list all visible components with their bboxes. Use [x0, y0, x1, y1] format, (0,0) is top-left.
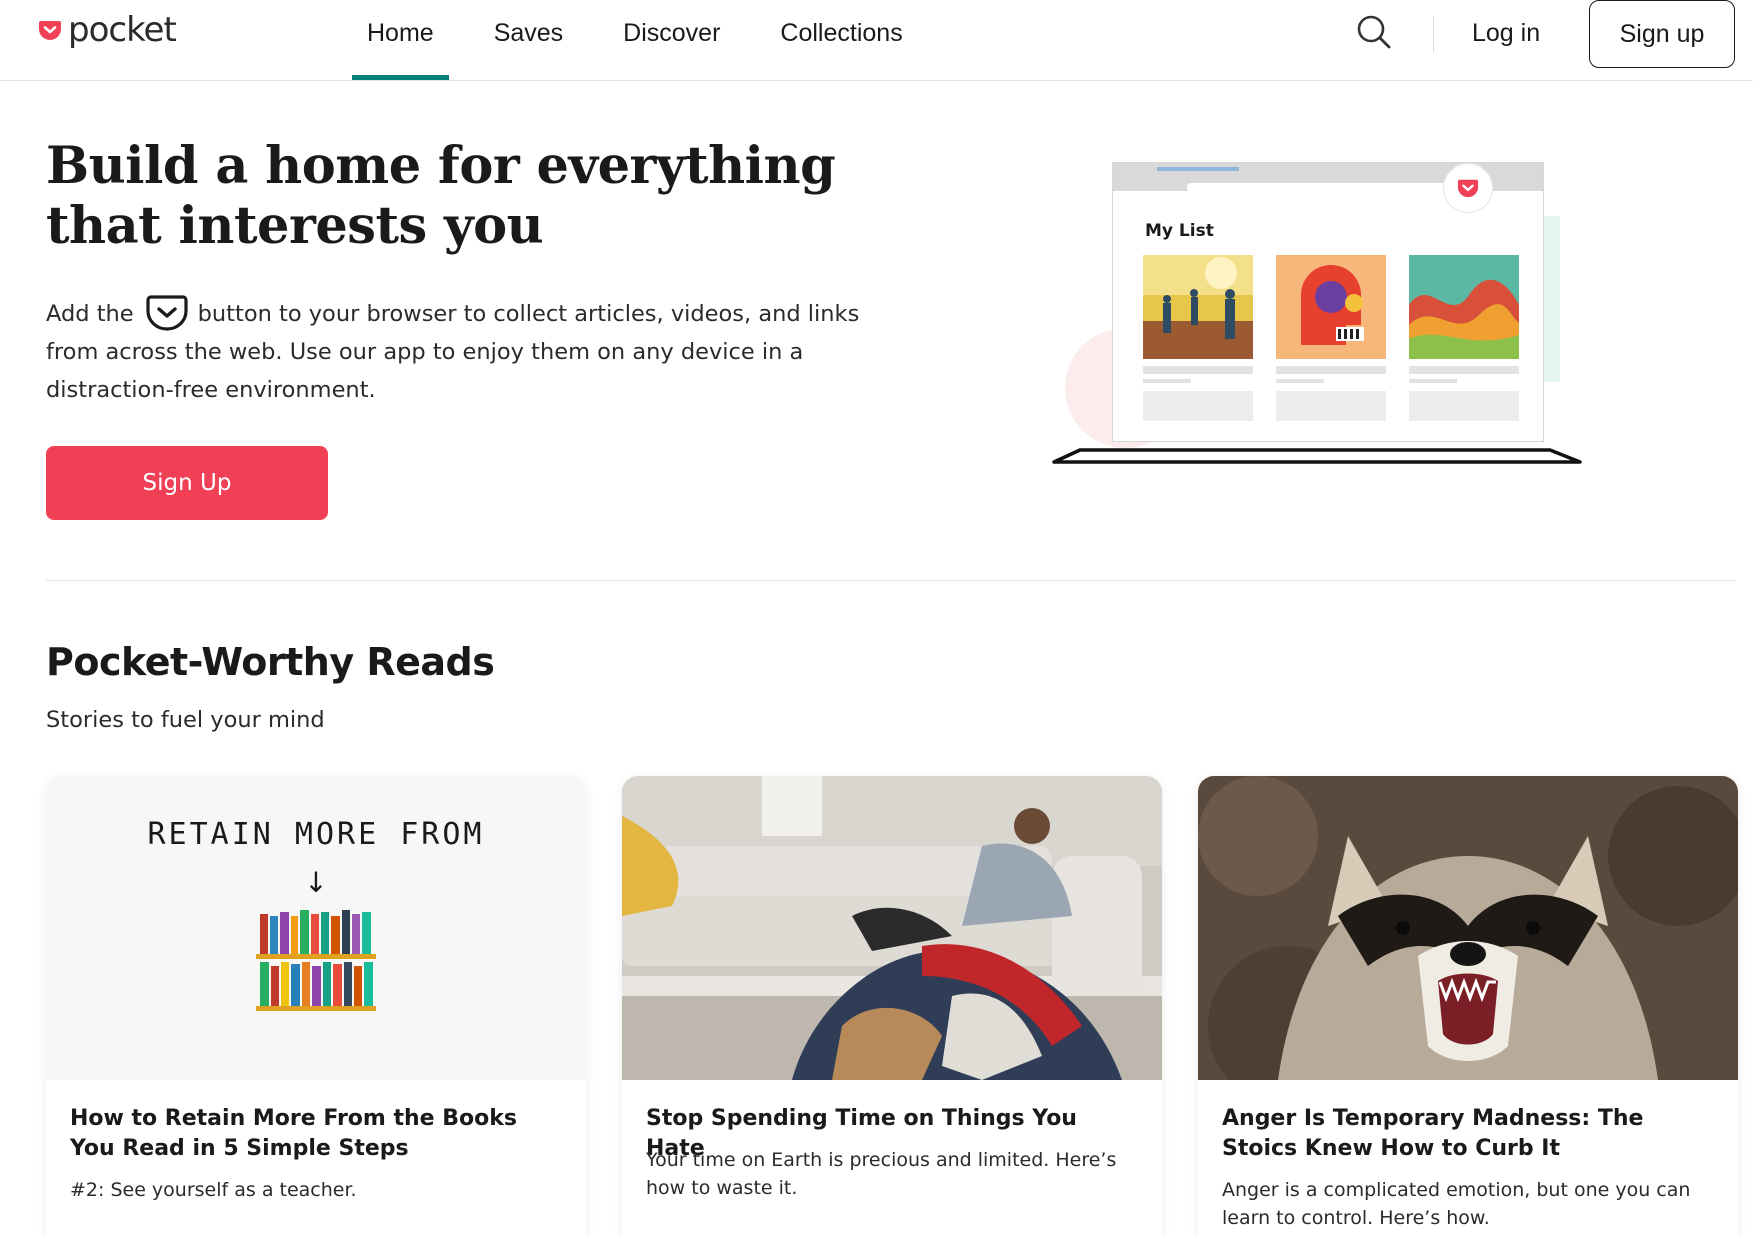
login-link[interactable]: Log in	[1472, 15, 1540, 51]
article-card[interactable]: RETAIN MORE FROM ↓ How to Retain More Fr…	[46, 776, 586, 1236]
hero-signup-button[interactable]: Sign Up	[46, 446, 328, 520]
hero-description-start: Add the	[46, 301, 134, 327]
main-nav: Home Saves Discover Collections	[352, 0, 948, 80]
article-excerpt: Your time on Earth is precious and limit…	[646, 1149, 1117, 1199]
nav-item-saves[interactable]: Saves	[479, 0, 578, 80]
article-image-bookshelf: RETAIN MORE FROM ↓	[46, 776, 586, 1080]
illustration-pocket-badge	[1443, 163, 1493, 213]
article-image-caption: RETAIN MORE FROM	[148, 817, 485, 852]
illustration-browser-window: My List	[1112, 162, 1544, 442]
article-image-living-room	[622, 776, 1162, 1080]
illustration-thumbnail-head	[1276, 255, 1386, 359]
illustration-line	[1409, 366, 1519, 374]
search-icon	[1357, 15, 1391, 49]
top-navigation-bar: pocket Home Saves Discover Collections L…	[0, 0, 1753, 81]
nav-item-discover[interactable]: Discover	[608, 0, 735, 80]
illustration-thumbnail-field	[1143, 255, 1253, 359]
article-excerpt: Anger is a complicated emotion, but one …	[1222, 1179, 1691, 1229]
nav-item-collections[interactable]: Collections	[765, 0, 917, 80]
illustration-line	[1276, 366, 1386, 374]
illustration-thumbnail-waves	[1409, 255, 1519, 359]
hero-description: Add the button to your browser to collec…	[46, 294, 906, 409]
my-list-illustration: My List	[1050, 158, 1590, 470]
signup-button[interactable]: Sign up	[1589, 0, 1735, 68]
illustration-line	[1276, 379, 1324, 383]
article-card[interactable]: Anger Is Temporary Madness: The Stoics K…	[1198, 776, 1738, 1236]
nav-item-home[interactable]: Home	[352, 0, 449, 80]
illustration-block	[1276, 391, 1386, 421]
illustration-line	[1143, 366, 1253, 374]
header-divider	[1433, 16, 1434, 52]
pocket-badge-icon	[1457, 179, 1479, 198]
article-title[interactable]: How to Retain More From the Books You Re…	[70, 1104, 565, 1164]
article-excerpt: #2: See yourself as a teacher.	[70, 1179, 357, 1201]
hero-title: Build a home for everything that interes…	[46, 136, 836, 256]
section-divider	[46, 580, 1736, 581]
illustration-line	[1143, 379, 1191, 383]
illustration-block	[1409, 391, 1519, 421]
section-title: Pocket-Worthy Reads	[46, 640, 495, 684]
article-card[interactable]: Stop Spending Time on Things You Hate Yo…	[622, 776, 1162, 1236]
article-image-raccoon	[1198, 776, 1738, 1080]
illustration-laptop-base	[1052, 448, 1582, 464]
section-subtitle: Stories to fuel your mind	[46, 707, 325, 733]
illustration-url-bar	[1187, 183, 1467, 192]
pocket-logo-icon	[39, 21, 61, 40]
article-title[interactable]: Anger Is Temporary Madness: The Stoics K…	[1222, 1104, 1717, 1164]
svg-text:↓: ↓	[304, 866, 327, 899]
illustration-line	[1409, 379, 1457, 383]
illustration-tab	[1157, 167, 1239, 171]
logo-wordmark: pocket	[68, 10, 177, 50]
pocket-logo[interactable]: pocket	[38, 10, 177, 50]
pocket-button-icon	[146, 295, 188, 331]
illustration-heading: My List	[1145, 221, 1214, 241]
search-button[interactable]	[1356, 14, 1392, 50]
illustration-block	[1143, 391, 1253, 421]
